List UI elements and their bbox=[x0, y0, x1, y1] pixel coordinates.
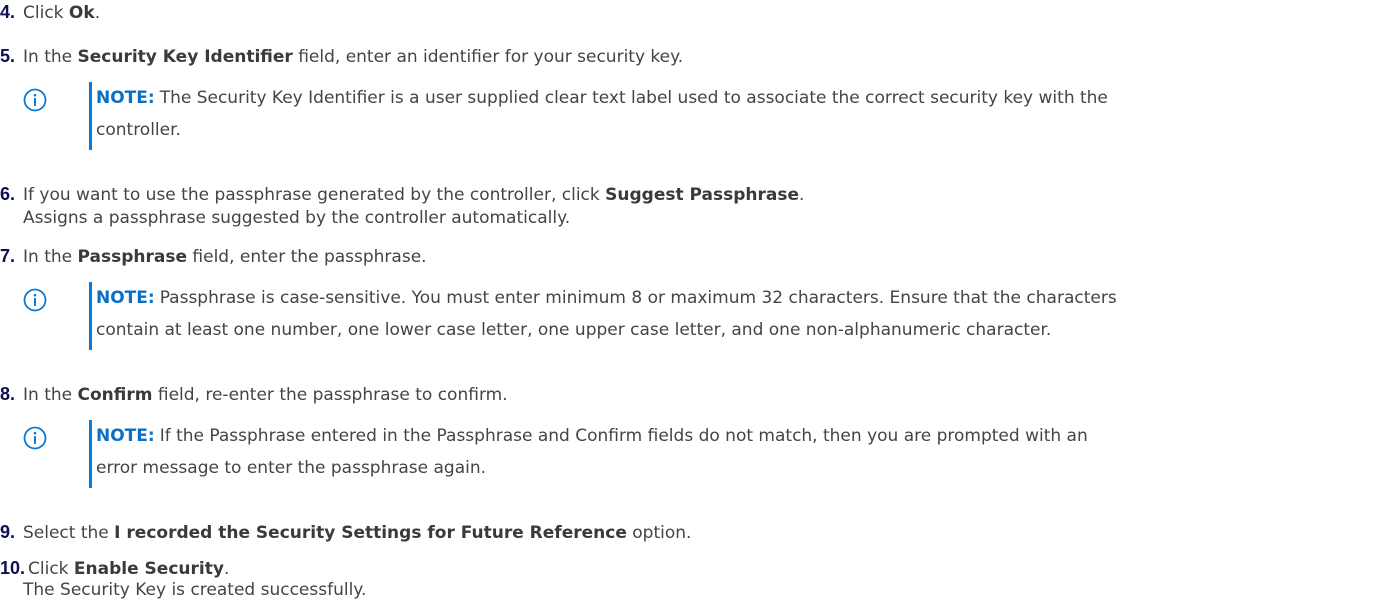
step-text: In the bbox=[23, 385, 78, 405]
step-text-end: field, re-enter the passphrase to confir… bbox=[152, 385, 508, 405]
info-circle-icon bbox=[23, 88, 47, 112]
step-text-end: field, enter an identifier for your secu… bbox=[292, 47, 684, 67]
step-text-end: . bbox=[94, 3, 101, 23]
step-4: 4. Click Ok. bbox=[0, 0, 100, 25]
note-line: contain at least one number, one lower c… bbox=[96, 320, 1052, 340]
step-text: If you want to use the passphrase genera… bbox=[23, 185, 606, 205]
note-text: NOTE: The Security Key Identifier is a us… bbox=[96, 82, 1396, 146]
step-emphasis: Suggest Passphrase bbox=[605, 185, 800, 205]
note-security-key-identifier: NOTE: The Security Key Identifier is a us… bbox=[23, 82, 1388, 150]
step-number: 8. bbox=[0, 384, 16, 404]
note-bar bbox=[89, 82, 92, 150]
step-emphasis: Confirm bbox=[77, 385, 153, 405]
step-text: Select the bbox=[23, 523, 115, 543]
step-9: 9. Select the I recorded the Security Set… bbox=[0, 520, 691, 545]
note-line: If the Passphrase entered in the Passphr… bbox=[159, 426, 1088, 446]
note-label: NOTE: bbox=[96, 288, 155, 308]
step-text: In the bbox=[23, 247, 78, 267]
step-number: 7. bbox=[0, 246, 16, 266]
step-number: 9. bbox=[0, 522, 16, 542]
step-text-end: . bbox=[223, 559, 230, 579]
note-line: controller. bbox=[96, 120, 181, 140]
step-emphasis: Enable Security bbox=[73, 559, 224, 579]
info-circle-icon bbox=[23, 288, 47, 312]
note-text: NOTE: Passphrase is case-sensitive. You m… bbox=[96, 282, 1396, 346]
step-emphasis: Security Key Identifier bbox=[77, 47, 293, 67]
step-emphasis: Passphrase bbox=[77, 247, 188, 267]
step-text-end: option. bbox=[626, 523, 692, 543]
step-text: Click bbox=[28, 559, 74, 579]
step-8: 8. In the Confirm field, re-enter the pas… bbox=[0, 382, 508, 407]
step-6: 6. If you want to use the passphrase gene… bbox=[0, 182, 804, 207]
step-text-end: . bbox=[799, 185, 805, 205]
step-text: Click bbox=[23, 3, 69, 23]
note-passphrase-mismatch: NOTE: If the Passphrase entered in the Pa… bbox=[23, 420, 1388, 488]
step-number: 5. bbox=[0, 46, 16, 66]
step-10-result: The Security Key is created successfully… bbox=[23, 580, 367, 600]
step-text: In the bbox=[23, 47, 78, 67]
step-7: 7. In the Passphrase field, enter the pas… bbox=[0, 244, 427, 269]
note-passphrase-rules: NOTE: Passphrase is case-sensitive. You m… bbox=[23, 282, 1388, 350]
step-6-result: Assigns a passphrase suggested by the co… bbox=[23, 208, 571, 228]
note-bar bbox=[89, 420, 92, 488]
note-text: NOTE: If the Passphrase entered in the Pa… bbox=[96, 420, 1396, 484]
procedure-page: 4. Click Ok. 5. In the Security Key Identi… bbox=[0, 0, 1400, 601]
note-label: NOTE: bbox=[96, 88, 155, 108]
info-circle-icon bbox=[23, 426, 47, 450]
step-5: 5. In the Security Key Identifier field, … bbox=[0, 44, 683, 69]
note-line: The Security Key Identifier is a user su… bbox=[159, 88, 1108, 108]
note-bar bbox=[89, 282, 92, 350]
note-line: Passphrase is case-sensitive. You must e… bbox=[159, 288, 1117, 308]
step-number: 6. bbox=[0, 184, 16, 204]
step-emphasis: Ok bbox=[68, 3, 95, 23]
step-number: 10. bbox=[0, 558, 26, 578]
step-number: 4. bbox=[0, 2, 16, 22]
step-emphasis: I recorded the Security Settings for Fut… bbox=[114, 523, 627, 543]
step-text-end: field, enter the passphrase. bbox=[187, 247, 427, 267]
note-line: error message to enter the passphrase ag… bbox=[96, 458, 487, 478]
note-label: NOTE: bbox=[96, 426, 155, 446]
